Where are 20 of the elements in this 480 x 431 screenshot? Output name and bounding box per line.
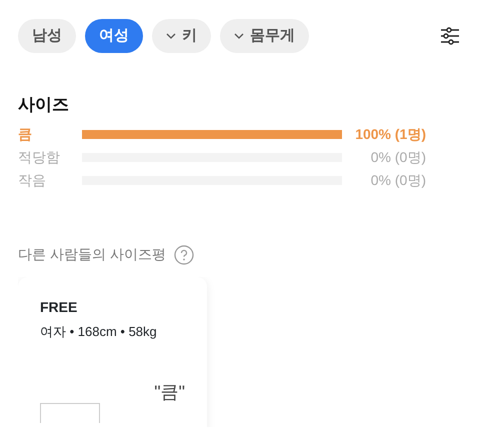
- chevron-down-icon: [234, 33, 244, 39]
- size-label: 적당함: [18, 148, 61, 168]
- section-title: 사이즈: [18, 95, 70, 116]
- filter-settings-icon[interactable]: [440, 26, 460, 46]
- percent-reading: 0% (0명): [370, 171, 426, 190]
- size-verdict: "큼": [153, 382, 185, 404]
- dropdown-chip[interactable]: 몸무게: [220, 19, 309, 53]
- percent-reading: 0% (0명): [370, 148, 426, 168]
- size-label: 작음: [18, 171, 47, 190]
- percent-reading: 100% (1명): [354, 125, 426, 144]
- help-icon[interactable]: [174, 244, 194, 265]
- photo-frame: [40, 403, 100, 424]
- dropdown-chip[interactable]: 키: [152, 19, 211, 53]
- reviewer-profile: 여자 • 168cm • 58kg: [40, 323, 158, 342]
- chevron-down-icon: [166, 33, 176, 39]
- size-name: FREE: [40, 298, 78, 318]
- size-label: 큼: [18, 125, 33, 144]
- filter-chip[interactable]: 여성: [85, 19, 143, 53]
- section-subtitle: 다른 사람들의 사이즈평: [18, 245, 166, 264]
- filter-chip[interactable]: 남성: [18, 19, 76, 53]
